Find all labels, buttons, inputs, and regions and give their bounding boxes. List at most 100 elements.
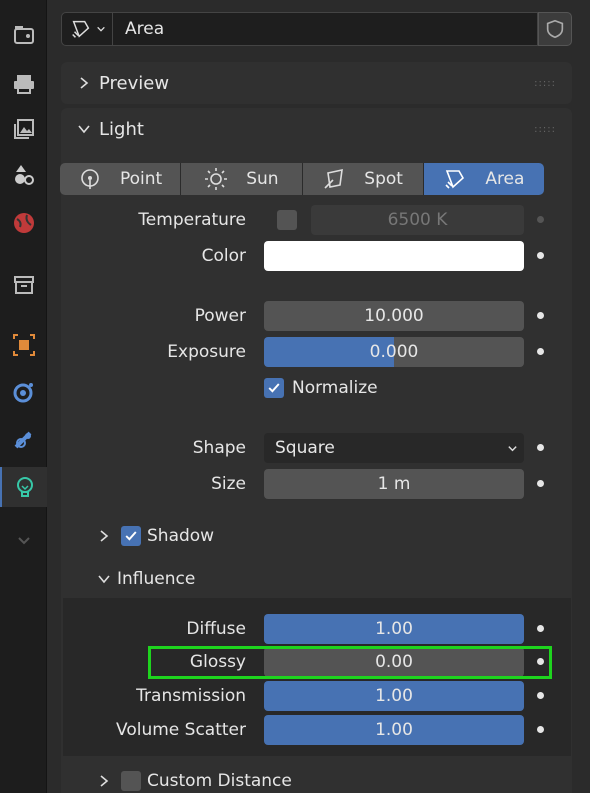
exposure-label: Exposure bbox=[167, 342, 246, 362]
constraint-icon bbox=[14, 431, 31, 449]
transmission-label: Transmission bbox=[136, 686, 246, 706]
transmission-slider[interactable]: 1.00 bbox=[264, 681, 524, 711]
light-panel-title: Light bbox=[99, 118, 144, 140]
normalize-checkbox[interactable] bbox=[264, 378, 284, 398]
light-type-label: Spot bbox=[364, 169, 403, 189]
temperature-row: Temperature 6500 K bbox=[47, 205, 590, 235]
keyframe-dot[interactable] bbox=[537, 216, 544, 223]
volume-scatter-slider[interactable]: 1.00 bbox=[264, 715, 524, 745]
more-tabs-toggle[interactable] bbox=[0, 520, 47, 560]
keyframe-dot[interactable] bbox=[537, 252, 544, 259]
temperature-toggle-checkbox[interactable] bbox=[277, 210, 297, 230]
render-icon bbox=[13, 26, 34, 44]
area-light-icon bbox=[445, 170, 465, 189]
shape-value: Square bbox=[275, 438, 335, 458]
datablock-browse-button[interactable] bbox=[61, 12, 113, 46]
fake-user-button[interactable] bbox=[538, 12, 572, 46]
temperature-field[interactable]: 6500 K bbox=[311, 205, 524, 235]
printer-icon bbox=[13, 75, 34, 94]
custom-distance-label: Custom Distance bbox=[147, 771, 292, 791]
volume-scatter-row: Volume Scatter 1.00 bbox=[47, 715, 590, 745]
light-type-label: Sun bbox=[246, 169, 279, 189]
scene-tab[interactable] bbox=[0, 155, 47, 195]
shape-dropdown[interactable]: Square bbox=[264, 433, 524, 463]
light-panel-header[interactable]: Light bbox=[61, 108, 572, 150]
diffuse-slider[interactable]: 1.00 bbox=[264, 614, 524, 644]
glossy-highlight-box bbox=[148, 646, 552, 679]
spot-light-icon bbox=[324, 168, 344, 189]
render-tab[interactable] bbox=[0, 15, 47, 55]
power-row: Power 10.000 bbox=[47, 301, 590, 331]
datablock-name-field[interactable]: Area bbox=[113, 12, 538, 46]
light-type-label: Point bbox=[120, 169, 163, 189]
checkmark-icon bbox=[125, 531, 137, 541]
power-field[interactable]: 10.000 bbox=[264, 301, 524, 331]
keyframe-dot[interactable] bbox=[537, 625, 544, 632]
object-icon bbox=[12, 334, 35, 356]
chevron-right-icon bbox=[80, 77, 89, 89]
chevron-right-icon bbox=[100, 530, 109, 542]
light-type-point-button[interactable]: Point bbox=[60, 163, 182, 195]
view-layer-tab[interactable] bbox=[0, 109, 47, 149]
color-row: Color bbox=[47, 241, 590, 271]
transmission-row: Transmission 1.00 bbox=[47, 681, 590, 711]
light-type-label: Area bbox=[485, 169, 525, 189]
shadow-subpanel-header[interactable]: Shadow bbox=[97, 526, 214, 546]
properties-tab-strip bbox=[0, 0, 47, 793]
temperature-label: Temperature bbox=[138, 210, 246, 230]
shadow-label: Shadow bbox=[147, 526, 215, 546]
influence-subpanel-header[interactable]: Influence bbox=[97, 569, 195, 589]
color-label: Color bbox=[201, 246, 246, 266]
world-tab[interactable] bbox=[0, 203, 47, 243]
keyframe-dot[interactable] bbox=[537, 726, 544, 733]
area-light-icon bbox=[71, 20, 89, 38]
modifiers-tab[interactable] bbox=[0, 372, 47, 412]
custom-distance-subpanel-header[interactable]: Custom Distance bbox=[97, 771, 292, 791]
keyframe-dot[interactable] bbox=[537, 348, 544, 355]
light-type-area-button[interactable]: Area bbox=[423, 163, 544, 195]
keyframe-dot[interactable] bbox=[537, 480, 544, 487]
normalize-row[interactable]: Normalize bbox=[264, 373, 464, 403]
light-type-sun-button[interactable]: Sun bbox=[181, 163, 303, 195]
constraints-tab[interactable] bbox=[0, 420, 47, 460]
point-light-icon bbox=[81, 169, 99, 189]
chevron-down-icon bbox=[96, 26, 105, 32]
keyframe-dot[interactable] bbox=[537, 692, 544, 699]
shadow-checkbox[interactable] bbox=[121, 526, 141, 546]
drag-grip-icon[interactable]: ::::: bbox=[534, 124, 556, 135]
collection-tab[interactable] bbox=[0, 265, 47, 305]
chevron-down-icon bbox=[17, 537, 30, 545]
keyframe-dot[interactable] bbox=[537, 312, 544, 319]
preview-panel: Preview ::::: bbox=[61, 62, 572, 104]
scene-icon bbox=[14, 165, 34, 185]
size-field[interactable]: 1 m bbox=[264, 469, 524, 499]
physics-icon bbox=[13, 383, 33, 403]
world-icon bbox=[13, 213, 34, 233]
light-type-selector: Point Sun Spot Area bbox=[60, 163, 544, 195]
chevron-down-icon bbox=[78, 125, 90, 134]
keyframe-dot[interactable] bbox=[537, 444, 544, 451]
light-data-tab[interactable] bbox=[0, 467, 47, 507]
shape-label: Shape bbox=[192, 438, 246, 458]
shape-row: Shape Square bbox=[47, 433, 590, 463]
size-row: Size 1 m bbox=[47, 469, 590, 499]
drag-grip-icon[interactable]: ::::: bbox=[534, 78, 556, 89]
color-swatch[interactable] bbox=[264, 241, 524, 271]
normalize-label: Normalize bbox=[292, 378, 378, 398]
output-tab[interactable] bbox=[0, 64, 47, 104]
exposure-slider[interactable]: 0.000 bbox=[264, 337, 524, 367]
volume-scatter-label: Volume Scatter bbox=[116, 720, 246, 740]
object-tab[interactable] bbox=[0, 325, 47, 365]
sun-light-icon bbox=[205, 168, 228, 190]
power-label: Power bbox=[194, 306, 246, 326]
checkmark-icon bbox=[268, 383, 280, 393]
chevron-down-icon bbox=[508, 446, 517, 452]
chevron-right-icon bbox=[100, 775, 109, 787]
diffuse-row: Diffuse 1.00 bbox=[47, 614, 590, 644]
shield-icon bbox=[546, 19, 564, 39]
preview-panel-header[interactable]: Preview bbox=[61, 62, 572, 104]
custom-distance-checkbox[interactable] bbox=[121, 771, 141, 791]
size-label: Size bbox=[211, 474, 246, 494]
light-type-spot-button[interactable]: Spot bbox=[302, 163, 424, 195]
exposure-row: Exposure 0.000 bbox=[47, 337, 590, 367]
